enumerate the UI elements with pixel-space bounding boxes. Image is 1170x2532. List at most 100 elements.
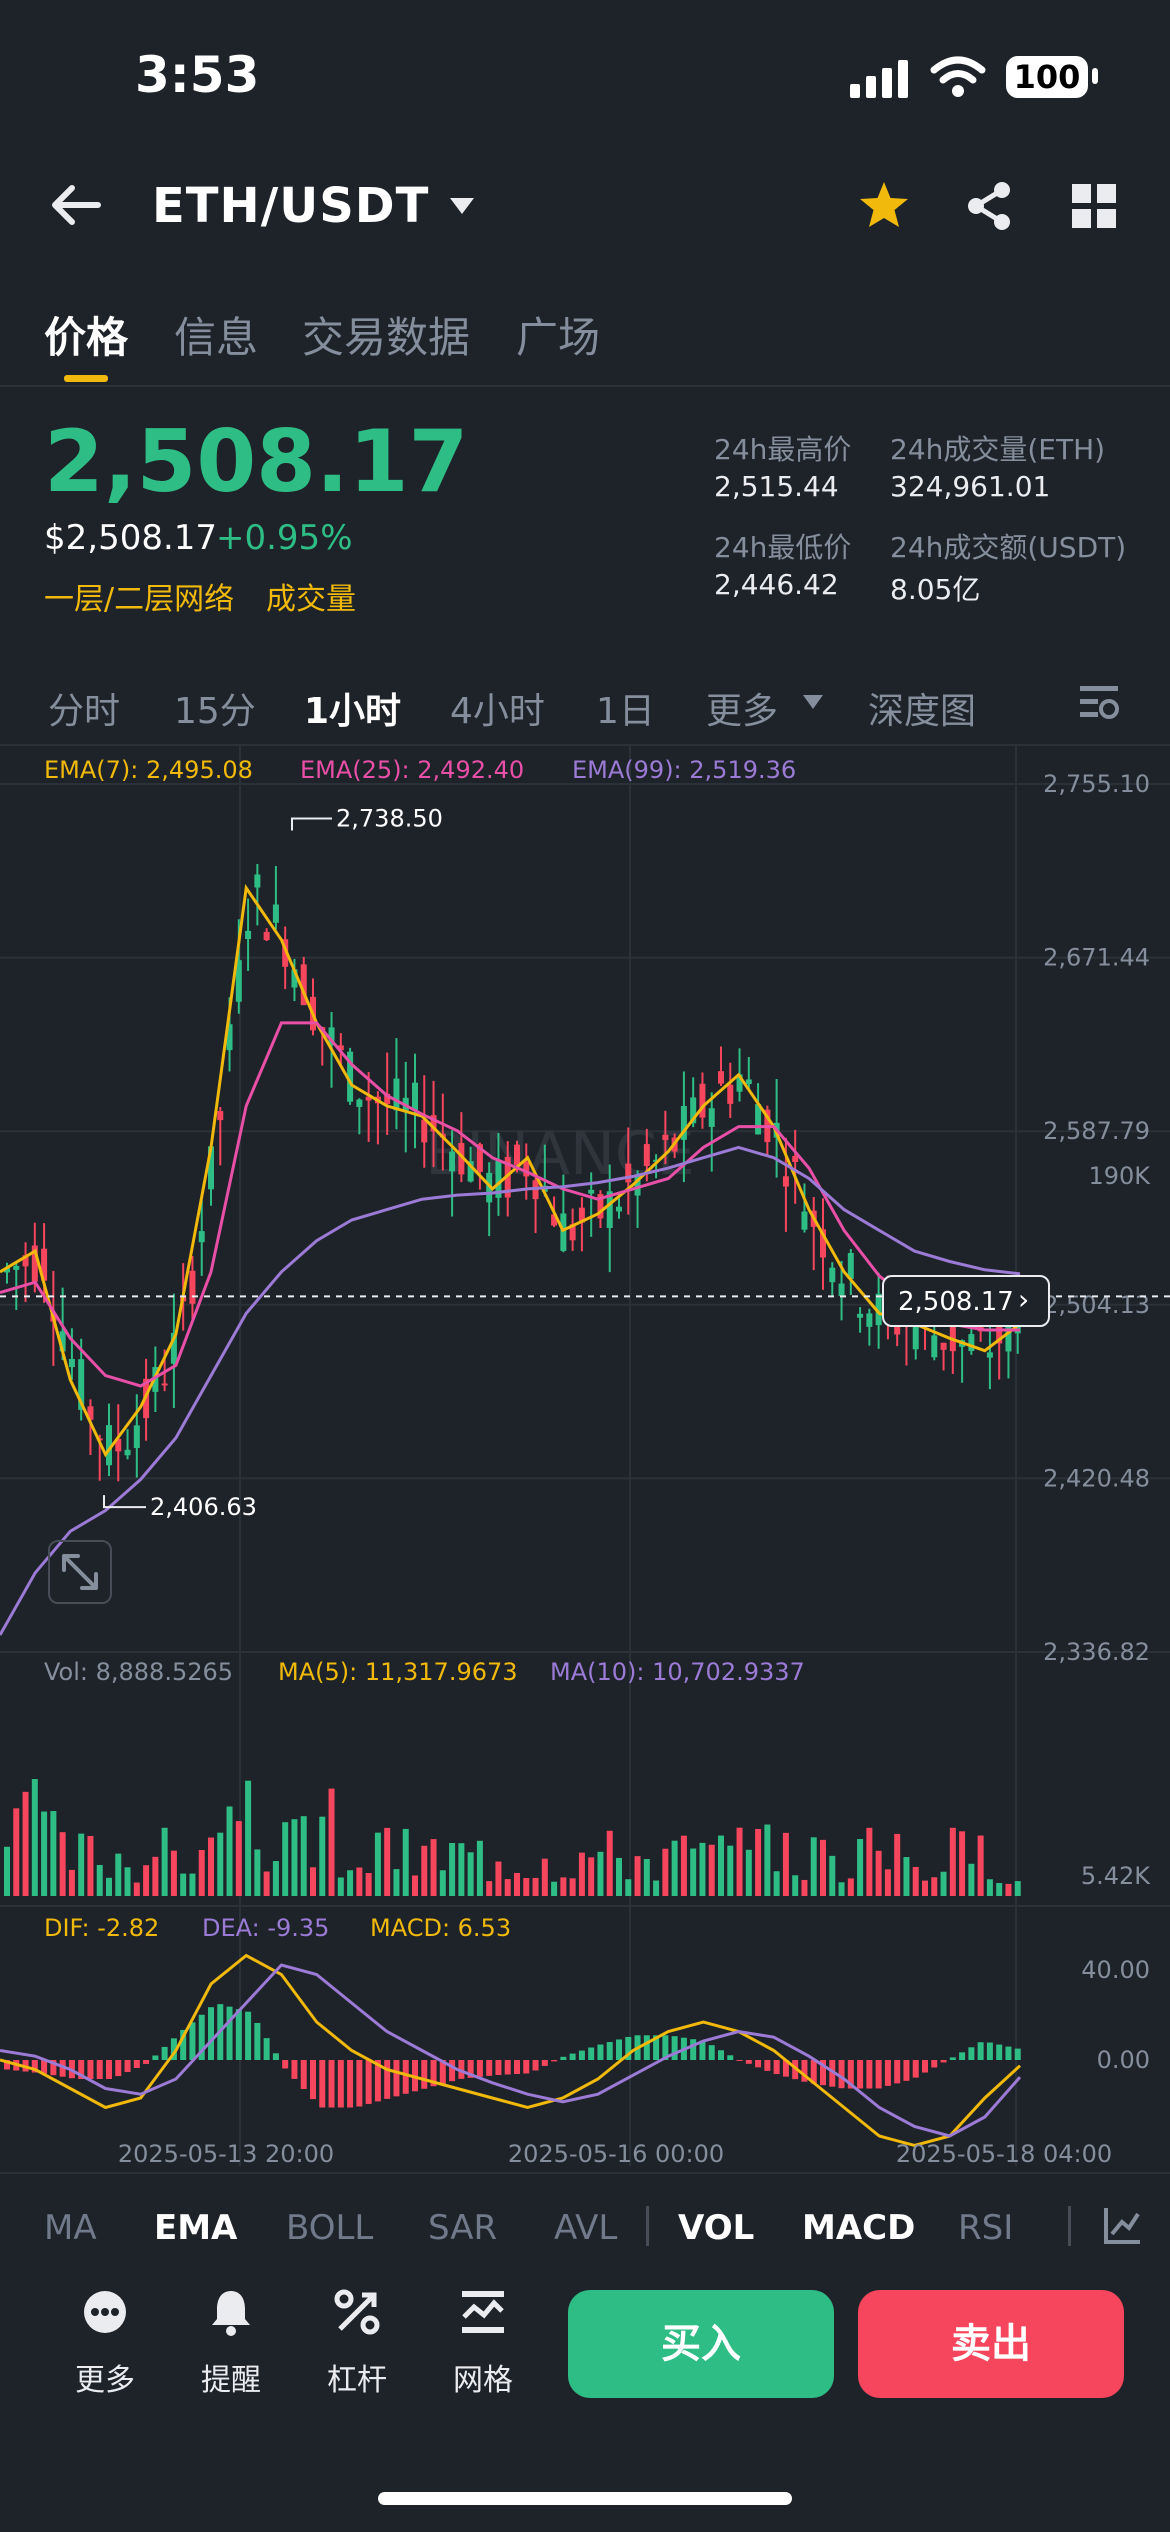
- macd-histogram-bar: [977, 2042, 984, 2060]
- grid-icon[interactable]: [1072, 184, 1116, 228]
- volume-bar: [124, 1867, 131, 1896]
- volume-bar: [495, 1861, 502, 1896]
- macd-histogram-bar: [208, 2007, 214, 2060]
- toolbar-more[interactable]: 更多: [50, 2285, 160, 2398]
- volume-bar: [708, 1844, 715, 1896]
- macd-histogram-bar: [347, 2060, 354, 2108]
- macd-histogram-bar: [402, 2060, 409, 2094]
- candle-body: [968, 1334, 975, 1352]
- macd-histogram-bar: [328, 2060, 335, 2108]
- tab-info[interactable]: 信息: [174, 304, 258, 365]
- macd-histogram-bar: [690, 2039, 697, 2060]
- timeframe-depth[interactable]: 深度图: [868, 682, 976, 734]
- macd-histogram-bar: [449, 2060, 456, 2082]
- volume-bar: [449, 1842, 456, 1896]
- candle-body: [801, 1211, 808, 1230]
- sell-button[interactable]: 卖出: [858, 2290, 1124, 2398]
- candle-body: [514, 1144, 520, 1165]
- chart-settings-icon[interactable]: [1078, 682, 1120, 722]
- dea-label: DEA: -9.35: [202, 1914, 330, 1942]
- timeframe-15m[interactable]: 15分: [174, 682, 256, 734]
- back-arrow-icon[interactable]: [48, 182, 104, 228]
- timeframe-1h[interactable]: 1小时: [304, 682, 401, 734]
- toolbar-leverage[interactable]: 杠杆: [302, 2285, 412, 2398]
- candle-body: [940, 1342, 947, 1350]
- candle-body: [272, 904, 279, 923]
- high-value: 2,515.44: [714, 470, 839, 503]
- timeframe-4h[interactable]: 4小时: [450, 682, 545, 734]
- volume-bar: [625, 1879, 632, 1896]
- tab-trade-data[interactable]: 交易数据: [302, 304, 470, 365]
- home-indicator: [378, 2492, 792, 2505]
- indicator-tab-ma[interactable]: MA: [44, 2208, 97, 2248]
- dea-line: [0, 1963, 1022, 2138]
- indicator-settings-icon[interactable]: [1102, 2206, 1142, 2246]
- fullscreen-button[interactable]: [48, 1540, 112, 1604]
- macd-histogram-bar: [143, 2060, 150, 2064]
- toolbar-alert[interactable]: 提醒: [176, 2285, 286, 2398]
- indicator-tab-sar[interactable]: SAR: [428, 2208, 497, 2248]
- candle-body: [449, 1151, 456, 1172]
- volume-bar: [810, 1837, 817, 1896]
- y-axis-tick: 2,755.10: [1043, 770, 1150, 798]
- macd-histogram-bar: [476, 2060, 483, 2077]
- volume-bar: [365, 1873, 372, 1896]
- macd-histogram-bar: [838, 2060, 845, 2089]
- dif-line: [0, 1953, 1022, 2148]
- macd-histogram-bar: [272, 2053, 279, 2060]
- indicator-tab-rsi[interactable]: RSI: [958, 2208, 1013, 2248]
- tab-indicator: [64, 375, 108, 382]
- volume-bar: [801, 1879, 808, 1896]
- candle-body: [217, 1111, 224, 1121]
- timeframe-line[interactable]: 分时: [48, 682, 120, 734]
- usd-price: $2,508.17: [44, 518, 218, 558]
- volume-bar: [1005, 1883, 1012, 1896]
- tab-square[interactable]: 广场: [516, 304, 600, 365]
- pair-title[interactable]: ETH/USDT: [152, 178, 429, 234]
- share-icon[interactable]: [964, 180, 1014, 232]
- macd-histogram-bar: [189, 2022, 196, 2060]
- volume-bar: [606, 1830, 613, 1896]
- indicator-tab-avl[interactable]: AVL: [554, 2208, 617, 2248]
- volume-bar: [847, 1878, 854, 1896]
- more-caret-icon[interactable]: [802, 694, 824, 710]
- ema25-label: EMA(25): 2,492.40: [300, 756, 525, 784]
- kline-chart[interactable]: 2,755.10 2,671.44 2,587.79 2,504.13 2,420.48…: [0, 746, 1170, 2176]
- ma5-label: MA(5): 11,317.9673: [278, 1658, 518, 1686]
- volume-bar: [347, 1870, 354, 1896]
- toolbar-grid[interactable]: 网格: [428, 2285, 538, 2398]
- volume-bar: [931, 1877, 938, 1896]
- volume-bar: [643, 1859, 650, 1896]
- volume-tag[interactable]: 成交量: [266, 574, 356, 618]
- buy-button[interactable]: 买入: [568, 2290, 834, 2398]
- candle-body: [421, 1119, 428, 1143]
- candle-body: [857, 1313, 864, 1318]
- candle-body: [931, 1335, 938, 1358]
- timeframe-1d[interactable]: 1日: [596, 682, 655, 734]
- volume-bar: [235, 1821, 242, 1896]
- volume-bar: [977, 1835, 984, 1896]
- volume-bar: [467, 1852, 474, 1896]
- tabs-divider: [0, 385, 1170, 387]
- tab-price[interactable]: 价格: [44, 304, 128, 365]
- macd-histogram-bar: [755, 2060, 762, 2068]
- dropdown-caret-icon[interactable]: [448, 196, 476, 216]
- volume-bar: [820, 1839, 826, 1896]
- indicator-tab-boll[interactable]: BOLL: [286, 2208, 373, 2248]
- volume-bar: [662, 1848, 669, 1896]
- volume-bar: [68, 1869, 75, 1896]
- volume-bar: [504, 1879, 511, 1896]
- indicator-tab-macd[interactable]: MACD: [802, 2208, 915, 2248]
- volume-bar: [514, 1872, 520, 1896]
- network-tag[interactable]: 一层/二层网络: [44, 574, 234, 618]
- macd-histogram-bar: [235, 2009, 242, 2060]
- star-icon[interactable]: [858, 180, 910, 230]
- indicator-tab-ema[interactable]: EMA: [154, 2208, 237, 2248]
- indicator-tab-vol[interactable]: VOL: [678, 2208, 754, 2248]
- volume-bar: [940, 1871, 947, 1896]
- macd-histogram-bar: [282, 2060, 289, 2069]
- timeframe-more[interactable]: 更多: [706, 682, 778, 734]
- status-time: 3:53: [135, 46, 260, 104]
- volume-bar: [458, 1843, 465, 1896]
- current-price-tag[interactable]: 2,508.17 ›: [882, 1275, 1050, 1327]
